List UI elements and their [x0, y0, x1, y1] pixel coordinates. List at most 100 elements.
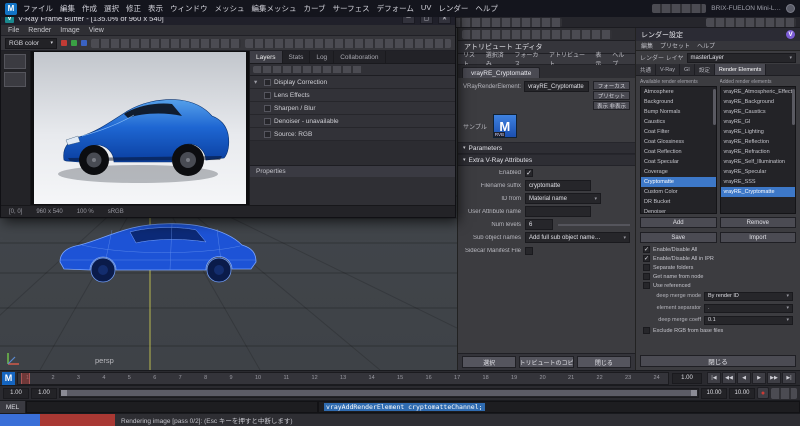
- render-settings-tab[interactable]: V-Ray: [656, 64, 680, 75]
- available-element-item[interactable]: Coat Specular: [641, 157, 716, 167]
- vfb-toolbar-icons[interactable]: [91, 39, 241, 48]
- enabled-checkbox[interactable]: ✓: [525, 169, 533, 177]
- option-checkbox[interactable]: [643, 282, 650, 289]
- layers-tab[interactable]: Log: [310, 51, 334, 63]
- focus-button[interactable]: フォーカス: [593, 81, 630, 90]
- import-button[interactable]: Import: [720, 232, 797, 243]
- auto-keyframe-button[interactable]: ●: [757, 387, 769, 399]
- playback-button[interactable]: ▶▶: [767, 372, 781, 384]
- blue-channel-icon[interactable]: [81, 40, 87, 46]
- account-icon[interactable]: [786, 4, 795, 13]
- playback-button[interactable]: |◀: [707, 372, 721, 384]
- menu-item[interactable]: 編集メッシュ: [252, 3, 297, 14]
- wireframe-car-model[interactable]: [52, 220, 262, 286]
- added-element-item[interactable]: vrayRE_Reflection: [721, 137, 796, 147]
- added-element-item[interactable]: vrayRE_SSS: [721, 177, 796, 187]
- vfb-toolbar-icons-right[interactable]: [245, 39, 451, 48]
- sidecar-checkbox[interactable]: [525, 247, 533, 255]
- current-frame-indicator[interactable]: [21, 373, 30, 384]
- menu-item[interactable]: 表示: [148, 3, 163, 14]
- menu-item[interactable]: ウィンドウ: [170, 3, 208, 14]
- rs-menu-item[interactable]: 編集: [641, 41, 653, 50]
- added-element-item[interactable]: vrayRE_Atmospheric_Effects: [721, 87, 796, 97]
- ae-node-tab[interactable]: vrayRE_Cryptomatte: [462, 67, 540, 78]
- exclude-rgb-row[interactable]: Exclude RGB from base files: [636, 326, 800, 335]
- option-checkbox[interactable]: [643, 273, 650, 280]
- snap-icons-strip[interactable]: [442, 18, 562, 27]
- channel-select[interactable]: RGB color ▾: [5, 38, 57, 49]
- presets-button[interactable]: プリセット: [593, 91, 630, 100]
- remove-button[interactable]: Remove: [720, 217, 797, 228]
- num-levels-slider[interactable]: [558, 224, 630, 226]
- available-element-item[interactable]: Atmosphere: [641, 87, 716, 97]
- setting-dropdown[interactable]: 0.1 ▾: [704, 316, 793, 325]
- layer-tree-row[interactable]: Sharpen / Blur: [250, 102, 455, 115]
- node-swatch-icon[interactable]: M RVB: [493, 114, 517, 138]
- option-row[interactable]: ✓ Enable/Disable All in IPR: [636, 254, 800, 263]
- layers-tab[interactable]: Stats: [283, 51, 311, 63]
- rs-menu-item[interactable]: ヘルプ: [697, 41, 715, 50]
- layer-enabled-checkbox[interactable]: [264, 105, 271, 112]
- mel-label-button[interactable]: MEL: [0, 401, 26, 413]
- layer-tree-row[interactable]: ▾ Display Correction: [250, 76, 455, 89]
- render-settings-tab[interactable]: 設定: [695, 64, 715, 75]
- history-thumbnail[interactable]: [4, 54, 26, 69]
- menu-item[interactable]: ファイル: [23, 3, 53, 14]
- menu-item[interactable]: 編集: [60, 3, 75, 14]
- added-element-item[interactable]: vrayRE_Caustics: [721, 107, 796, 117]
- show-hide-button[interactable]: 表示 非表示: [593, 101, 630, 110]
- save-button[interactable]: Save: [640, 232, 717, 243]
- vfb-menu-item[interactable]: Image: [60, 27, 79, 34]
- menu-item[interactable]: レンダー: [438, 3, 468, 14]
- added-element-item[interactable]: vrayRE_Refraction: [721, 147, 796, 157]
- animation-end-field[interactable]: 10.00: [701, 388, 727, 399]
- num-levels-field[interactable]: 6: [525, 219, 553, 230]
- playback-button[interactable]: ◀◀: [722, 372, 736, 384]
- layers-tab[interactable]: Collaboration: [334, 51, 385, 63]
- added-element-item[interactable]: vrayRE_Self_Illumination: [721, 157, 796, 167]
- render-settings-tab[interactable]: Render Elements: [715, 64, 767, 75]
- expander-icon[interactable]: ▾: [254, 78, 261, 86]
- available-elements-list[interactable]: AtmosphereBackgroundBump NormalsCaustics…: [640, 86, 717, 214]
- menu-item[interactable]: サーフェス: [333, 3, 370, 14]
- available-element-item[interactable]: Caustics: [641, 117, 716, 127]
- available-element-item[interactable]: Coat Reflection: [641, 147, 716, 157]
- vfb-render-canvas[interactable]: [31, 51, 249, 205]
- exclude-rgb-checkbox[interactable]: [643, 327, 650, 334]
- layer-enabled-checkbox[interactable]: [264, 92, 271, 99]
- command-output[interactable]: vrayAddRenderElement cryptomatteChannel;: [318, 401, 800, 413]
- node-name-field[interactable]: vrayRE_Cryptomatte: [524, 81, 589, 92]
- time-slider[interactable]: 123456789101112131415161718192021222324: [17, 372, 669, 385]
- layer-enabled-checkbox[interactable]: [264, 131, 271, 138]
- added-element-item[interactable]: vrayRE_Lighting: [721, 127, 796, 137]
- vfb-history-strip[interactable]: [1, 51, 31, 205]
- sub-object-dropdown[interactable]: Add full sub object name… ▾: [525, 232, 630, 243]
- added-elements-list[interactable]: vrayRE_Atmospheric_EffectsvrayRE_Backgro…: [720, 86, 797, 214]
- option-checkbox[interactable]: ✓: [643, 255, 650, 262]
- layers-toolbar-icons[interactable]: [253, 66, 363, 73]
- layer-enabled-checkbox[interactable]: [264, 79, 271, 86]
- playback-start-field[interactable]: 1.00: [3, 388, 29, 399]
- added-element-item[interactable]: vrayRE_Background: [721, 97, 796, 107]
- history-thumbnail[interactable]: [4, 72, 26, 87]
- playback-options-icons[interactable]: [771, 388, 797, 399]
- id-from-dropdown[interactable]: Material name ▾: [525, 193, 601, 204]
- available-element-item[interactable]: Coverage: [641, 167, 716, 177]
- close-button[interactable]: 閉じる: [640, 355, 796, 367]
- vfb-menu-item[interactable]: File: [8, 27, 19, 34]
- scrollbar[interactable]: [792, 89, 795, 125]
- option-checkbox[interactable]: ✓: [643, 246, 650, 253]
- section-extra-attributes[interactable]: ▾ Extra V-Ray Attributes: [458, 154, 635, 166]
- green-channel-icon[interactable]: [71, 40, 77, 46]
- playback-button[interactable]: ▶|: [782, 372, 796, 384]
- available-element-item[interactable]: Bump Normals: [641, 107, 716, 117]
- option-row[interactable]: Separate folders: [636, 263, 800, 272]
- available-element-item[interactable]: Coat Glossiness: [641, 137, 716, 147]
- setting-dropdown[interactable]: . ▾: [704, 304, 793, 313]
- layer-enabled-checkbox[interactable]: [264, 118, 271, 125]
- menu-item[interactable]: 作成: [82, 3, 97, 14]
- scrollbar[interactable]: [713, 89, 716, 125]
- section-parameters[interactable]: ▾ Parameters: [458, 142, 635, 154]
- layer-tree-row[interactable]: Lens Effects: [250, 89, 455, 102]
- vfb-menu-item[interactable]: View: [89, 27, 104, 34]
